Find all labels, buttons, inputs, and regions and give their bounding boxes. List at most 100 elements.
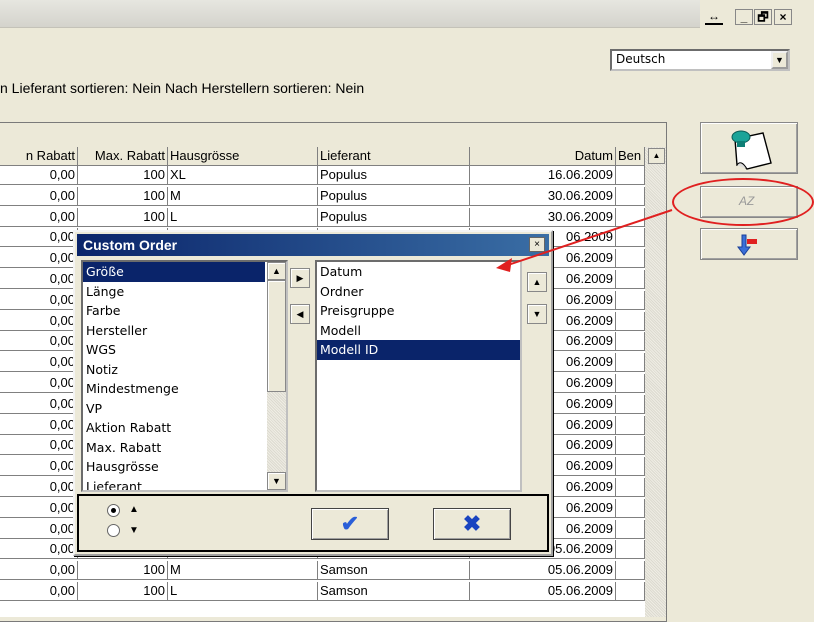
table-cell: 0,00 [0,186,78,206]
list-scroll-thumb[interactable] [267,280,286,392]
column-header[interactable]: n Rabatt [0,147,78,166]
table-cell: 30.06.2009 [470,207,616,227]
minimize-button[interactable]: _ [735,9,753,25]
column-header[interactable]: Max. Rabatt [78,147,168,166]
table-cell: 0,00 [0,332,78,352]
close-window-button[interactable]: × [774,9,792,25]
pin-note-button[interactable] [700,122,798,174]
order-fields-list[interactable]: Datum Ordner Preisgruppe Modell Modell ID [315,260,522,492]
table-cell [616,478,645,497]
dialog-title: Custom Order × [77,234,549,256]
table-cell: Samson [318,561,470,581]
table-cell: M [168,561,318,581]
table-cell: 0,00 [0,249,78,269]
table-cell [616,249,645,269]
table-cell: 100 [78,561,168,581]
table-row[interactable]: 0,00 100 L Samson 05.06.2009 [0,582,645,601]
order-field-item[interactable]: Ordner [317,282,520,302]
table-row[interactable]: 0,00 100 L Populus 30.06.2009 [0,207,645,227]
order-field-item[interactable]: Modell [317,321,520,341]
custom-order-dialog: Custom Order × Größe Länge Farbe Hersteller… [73,230,553,556]
available-field-item[interactable]: Max. Rabatt [83,438,265,458]
resize-arrows-icon[interactable]: ↔ [705,9,723,25]
import-button[interactable] [700,228,798,260]
available-fields-list[interactable]: Größe Länge Farbe Hersteller WGS Notiz Mindest… [81,260,288,492]
order-field-item[interactable]: Datum [317,262,520,282]
table-cell: 100 [78,186,168,206]
table-cell: 0,00 [0,394,78,414]
column-header[interactable]: Lieferant [318,147,470,166]
grid-vertical-scrollbar[interactable] [645,147,666,617]
table-cell: 0,00 [0,207,78,227]
order-field-item[interactable]: Preisgruppe [317,301,520,321]
checkmark-icon: ✔ [340,511,360,536]
language-value: Deutsch [616,52,666,66]
table-cell: 16.06.2009 [470,166,616,185]
move-up-button[interactable]: ▲ [527,272,547,292]
move-down-button[interactable]: ▼ [527,304,547,324]
table-cell: 0,00 [0,228,78,248]
table-row[interactable]: 0,00 100 XL Populus 16.06.2009 [0,166,645,185]
move-right-button[interactable]: ▶ [290,268,310,288]
available-field-item[interactable]: Farbe [83,301,265,321]
table-cell: 30.06.2009 [470,186,616,206]
order-field-item[interactable]: Modell ID [317,340,520,360]
dialog-title-text: Custom Order [83,237,178,253]
table-cell: 0,00 [0,498,78,518]
chevron-down-icon[interactable]: ▼ [771,51,788,69]
table-cell: 0,00 [0,561,78,581]
table-cell: 0,00 [0,582,78,601]
table-cell: 0,00 [0,415,78,435]
ascending-label: ▲ [129,504,139,515]
available-fields-items: Größe Länge Farbe Hersteller WGS Notiz Mindest… [83,262,286,491]
table-cell [616,228,645,248]
available-field-item[interactable]: Mindestmenge [83,379,265,399]
grid-scroll-up-button[interactable]: ▲ [648,148,665,164]
available-field-item[interactable]: Größe [83,262,265,282]
table-cell: 0,00 [0,457,78,477]
table-cell [616,353,645,373]
descending-radio[interactable] [107,524,120,537]
table-cell [616,519,645,539]
available-field-item[interactable]: Hersteller [83,321,265,341]
ok-button[interactable]: ✔ [311,508,389,540]
available-field-item[interactable]: VP [83,399,265,419]
order-fields-items: Datum Ordner Preisgruppe Modell Modell ID [317,262,520,360]
available-field-item[interactable]: Lieferant [83,477,265,491]
table-row[interactable]: 0,00 100 M Samson 05.06.2009 [0,561,645,581]
table-cell [616,290,645,310]
available-field-item[interactable]: Notiz [83,360,265,380]
cancel-button[interactable]: ✖ [433,508,511,540]
table-cell: 0,00 [0,270,78,289]
table-cell [616,186,645,206]
table-cell: L [168,582,318,601]
window-titlebar [0,0,700,28]
table-cell [616,166,645,185]
table-cell [616,561,645,581]
column-header[interactable]: Ben [616,147,645,166]
table-cell: Populus [318,166,470,185]
table-cell: Populus [318,186,470,206]
table-cell: 0,00 [0,290,78,310]
available-field-item[interactable]: WGS [83,340,265,360]
column-header[interactable]: Hausgrösse [168,147,318,166]
dialog-close-button[interactable]: × [529,237,545,252]
grid-header-row: n Rabatt Max. Rabatt Hausgrösse Lieferant Da… [0,147,645,166]
table-cell: 0,00 [0,374,78,393]
pin-note-icon [731,130,772,170]
ascending-radio[interactable] [107,504,120,517]
list-scroll-down-button[interactable]: ▼ [267,472,286,490]
list-scroll-up-button[interactable]: ▲ [267,262,286,280]
available-field-item[interactable]: Länge [83,282,265,302]
available-field-item[interactable]: Aktion Rabatt [83,418,265,438]
column-header[interactable]: Datum [470,147,616,166]
maximize-button[interactable]: 🗗 [754,9,772,25]
table-row[interactable]: 0,00 100 M Populus 30.06.2009 [0,186,645,206]
table-cell [616,540,645,560]
available-fields-scrollbar[interactable]: ▲ ▼ [267,262,286,490]
descending-label: ▼ [129,525,139,536]
language-select[interactable]: Deutsch ▼ [610,49,790,71]
available-field-item[interactable]: Hausgrösse [83,457,265,477]
move-left-button[interactable]: ◀ [290,304,310,324]
table-cell [616,374,645,393]
